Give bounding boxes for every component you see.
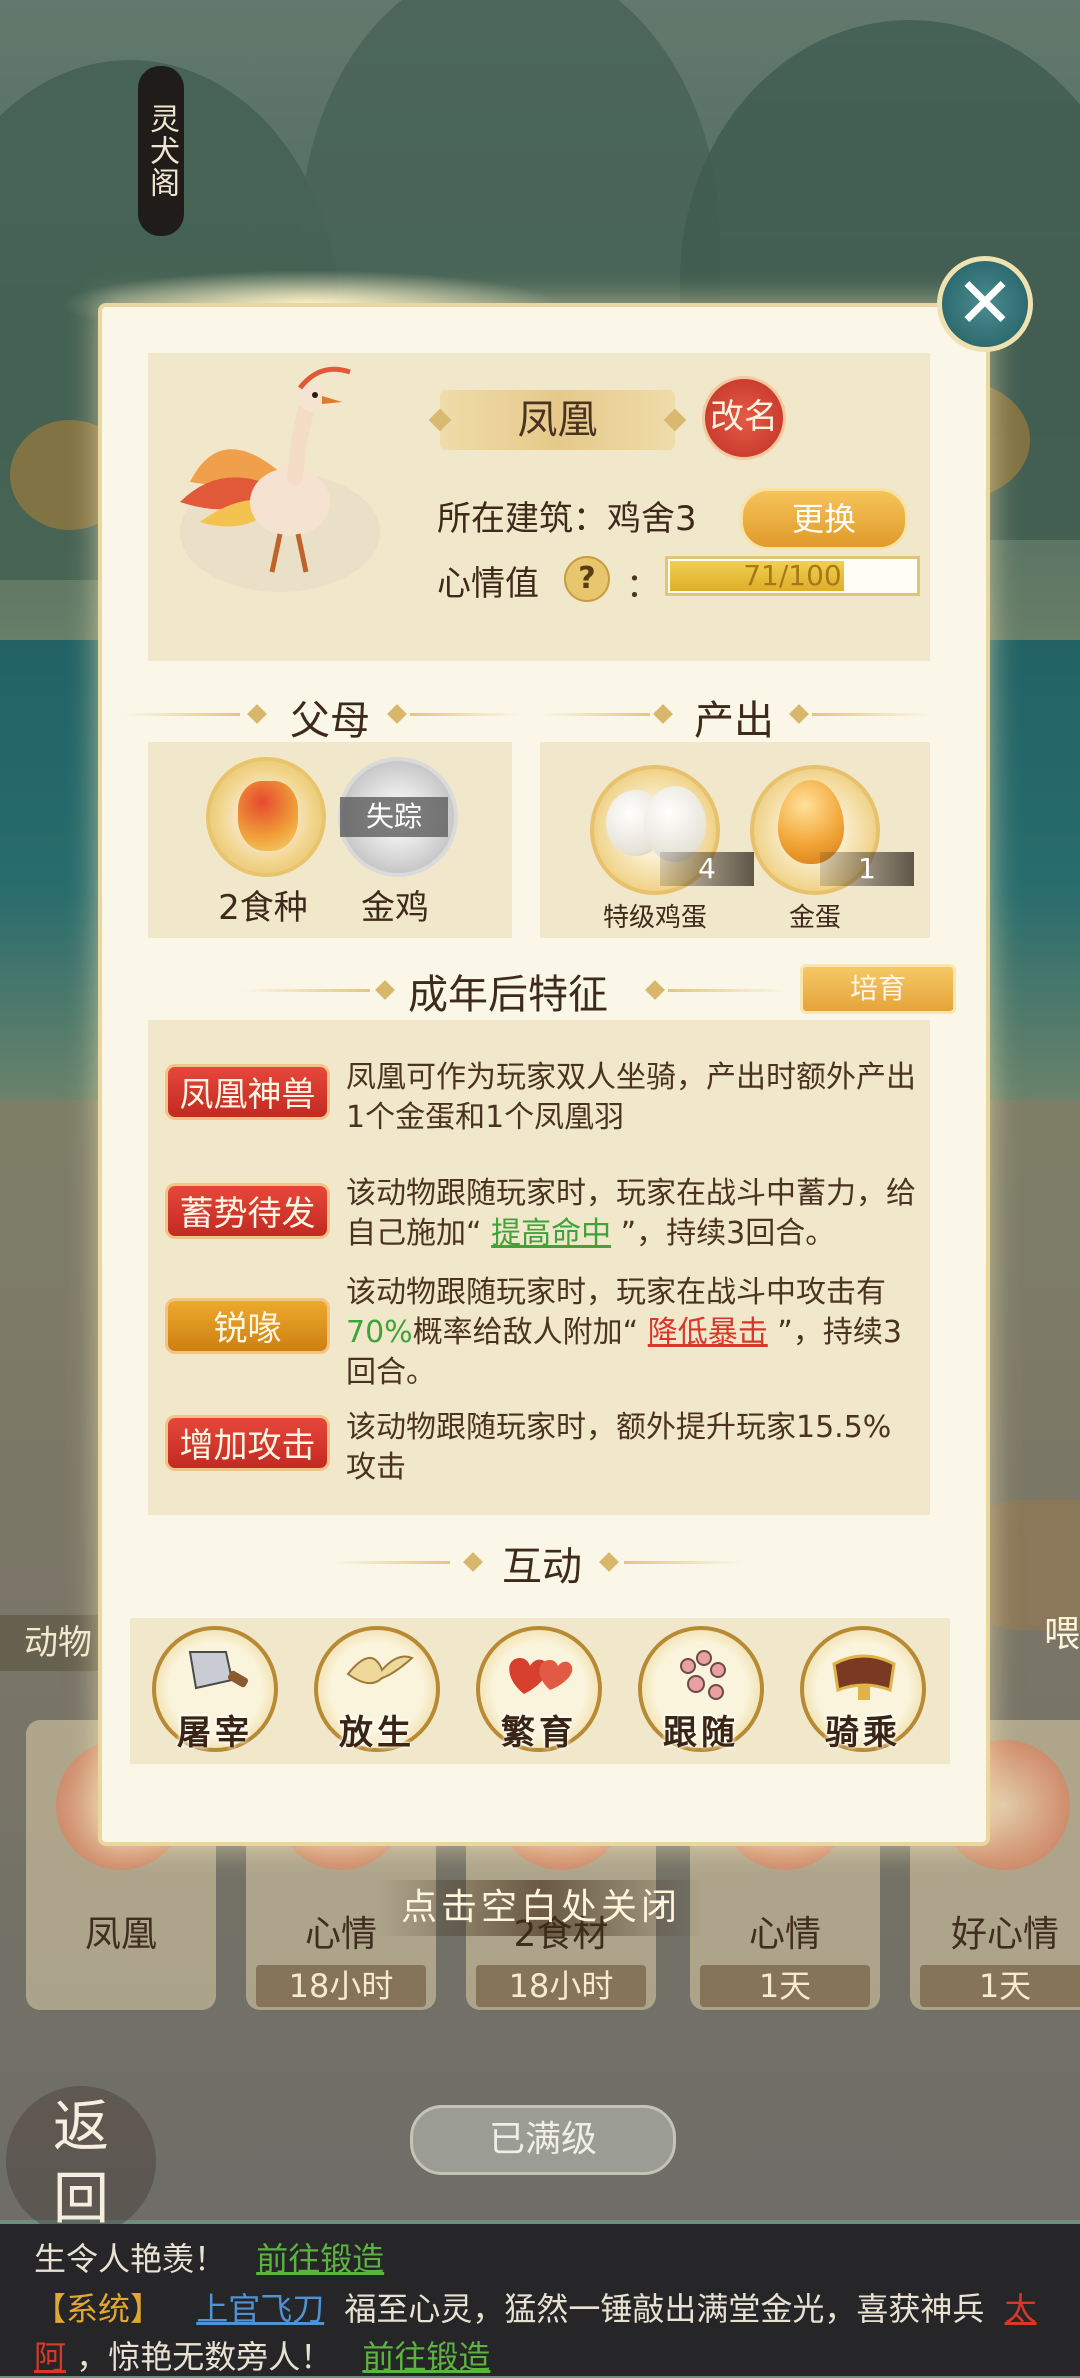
divider xyxy=(120,713,240,716)
ride-button[interactable]: 骑乘 xyxy=(800,1626,926,1753)
location-title: 灵犬阁 xyxy=(138,66,184,236)
chat-line: 阿 ，惊艳无数旁人！ 前往锻造 xyxy=(34,2332,490,2378)
change-building-button[interactable]: 更换 xyxy=(740,488,908,550)
action-label: 屠宰 xyxy=(177,1713,253,1753)
help-icon[interactable]: ? xyxy=(564,556,610,602)
divider xyxy=(812,713,932,716)
chat-line: 【系统】 上官飞刀 福至心灵，猛然一锤敲出满堂金光，喜获神兵 太 xyxy=(34,2284,1037,2330)
slaughter-button[interactable]: 屠宰 xyxy=(152,1626,278,1753)
trait-text: 概率给敌人附加“ xyxy=(412,1315,648,1350)
trait-description: 该动物跟随玩家时，额外提升玩家15.5%攻击 xyxy=(346,1410,892,1485)
mood-value: 71/100 xyxy=(743,559,842,592)
output-name: 特级鸡蛋 xyxy=(602,903,707,933)
back-button[interactable]: 返 回 xyxy=(6,2086,156,2236)
mood-progress-bar: 71/100 xyxy=(665,556,920,596)
animal-card-name: 好心情 xyxy=(950,1914,1059,1955)
parents-title: 父母 xyxy=(290,698,370,744)
chat-bar: 生令人艳羡！ 前往锻造 【系统】 上官飞刀 福至心灵，猛然一锤敲出满堂金光，喜获… xyxy=(0,2224,1080,2376)
trait-badge: 蓄势待发 xyxy=(165,1183,330,1239)
trait-description: 该动物跟随玩家时，玩家在战斗中攻击有70%概率给敌人附加“ 降低暴击 ”，持续3… xyxy=(346,1273,916,1393)
action-label: 放生 xyxy=(339,1713,415,1753)
buff-link[interactable]: 提高命中 xyxy=(491,1216,611,1251)
divider xyxy=(668,989,788,992)
release-button[interactable]: 放生 xyxy=(314,1626,440,1753)
chat-system-tag: 【系统】 xyxy=(34,2290,163,2328)
chat-text: 生令人艳羡！ xyxy=(34,2240,227,2278)
action-label: 繁育 xyxy=(501,1713,577,1753)
parent-name: 金鸡 xyxy=(361,888,429,928)
breed-button[interactable]: 培育 xyxy=(800,964,956,1014)
trait-description: 凤凰可作为玩家双人坐骑，产出时额外产出1个金蛋和1个凤凰羽 xyxy=(346,1060,916,1135)
hearts-icon xyxy=(509,1658,573,1694)
trait-badge: 凤凰神兽 xyxy=(165,1064,330,1120)
divider xyxy=(624,1561,744,1564)
trait-badge: 锐喙 xyxy=(165,1298,330,1354)
cleaver-icon xyxy=(188,1651,249,1690)
interact-title: 互动 xyxy=(502,1544,582,1590)
mood-label: 心情值 xyxy=(437,564,539,604)
chat-user-link[interactable]: 上官飞刀 xyxy=(196,2290,324,2328)
divider xyxy=(330,1561,450,1564)
trait-percent: 70% xyxy=(346,1315,413,1350)
divider xyxy=(410,713,520,716)
animal-card-timer: 1天 xyxy=(700,1965,870,2007)
output-count: 4 xyxy=(660,852,754,886)
missing-status-badge: 失踪 xyxy=(340,797,448,837)
close-hint-label: 点击空白处关闭 xyxy=(378,1880,704,1936)
bird-icon xyxy=(346,1655,414,1685)
trait-text: ”，持续3回合。 xyxy=(611,1216,836,1251)
parent-portrait[interactable] xyxy=(206,757,326,877)
premium-egg-icon xyxy=(644,786,706,862)
trait-badge: 增加攻击 xyxy=(165,1415,330,1471)
trait-text: 该动物跟随玩家时，玩家在战斗中攻击有 xyxy=(346,1275,886,1310)
follow-button[interactable]: 跟随 xyxy=(638,1626,764,1753)
divider xyxy=(240,989,370,992)
output-name: 金蛋 xyxy=(788,903,841,933)
animal-card-timer: 18小时 xyxy=(256,1965,426,2007)
divider xyxy=(540,713,650,716)
back-button-label: 返 xyxy=(53,2095,109,2160)
close-icon: ✕ xyxy=(955,262,1015,344)
animal-card-timer: 1天 xyxy=(920,1965,1080,2007)
saddle-icon xyxy=(832,1654,896,1700)
debuff-link[interactable]: 降低暴击 xyxy=(648,1315,768,1350)
traits-title: 成年后特征 xyxy=(408,972,608,1018)
chat-item-link[interactable]: 太 xyxy=(1005,2290,1037,2328)
chat-forge-link[interactable]: 前往锻造 xyxy=(256,2240,384,2278)
animal-card-name: 心情 xyxy=(748,1914,821,1955)
pawprints-icon xyxy=(680,1650,726,1700)
action-label: 跟随 xyxy=(663,1713,739,1753)
rooster-figure xyxy=(238,781,298,851)
animal-name: 凤凰 xyxy=(440,390,675,450)
mood-colon: ： xyxy=(626,566,660,606)
action-label: 骑乘 xyxy=(825,1713,901,1753)
chat-text: ，惊艳无数旁人！ xyxy=(76,2338,333,2376)
chat-forge-link[interactable]: 前往锻造 xyxy=(362,2338,490,2376)
chat-text: 福至心灵，猛然一锤敲出满堂金光，喜获神兵 xyxy=(344,2290,985,2328)
building-label: 所在建筑：鸡舍3 xyxy=(437,499,697,539)
animal-card-timer: 18小时 xyxy=(476,1965,646,2007)
close-button[interactable]: ✕ xyxy=(937,256,1033,352)
phoenix-portrait xyxy=(180,366,380,592)
chat-item-link[interactable]: 阿 xyxy=(34,2338,66,2376)
output-title: 产出 xyxy=(694,698,774,744)
chat-line: 生令人艳羡！ 前往锻造 xyxy=(34,2234,384,2280)
trait-description: 该动物跟随玩家时，玩家在战斗中蓄力，给自己施加“ 提高命中 ”，持续3回合。 xyxy=(346,1174,916,1254)
rename-button[interactable]: 改名 xyxy=(702,376,786,460)
output-count: 1 xyxy=(820,852,914,886)
max-level-button[interactable]: 已满级 xyxy=(410,2105,676,2175)
breed-action-button[interactable]: 繁育 xyxy=(476,1626,602,1753)
parent-name: 2食种 xyxy=(218,888,308,928)
animal-card-name: 凤凰 xyxy=(84,1914,157,1955)
